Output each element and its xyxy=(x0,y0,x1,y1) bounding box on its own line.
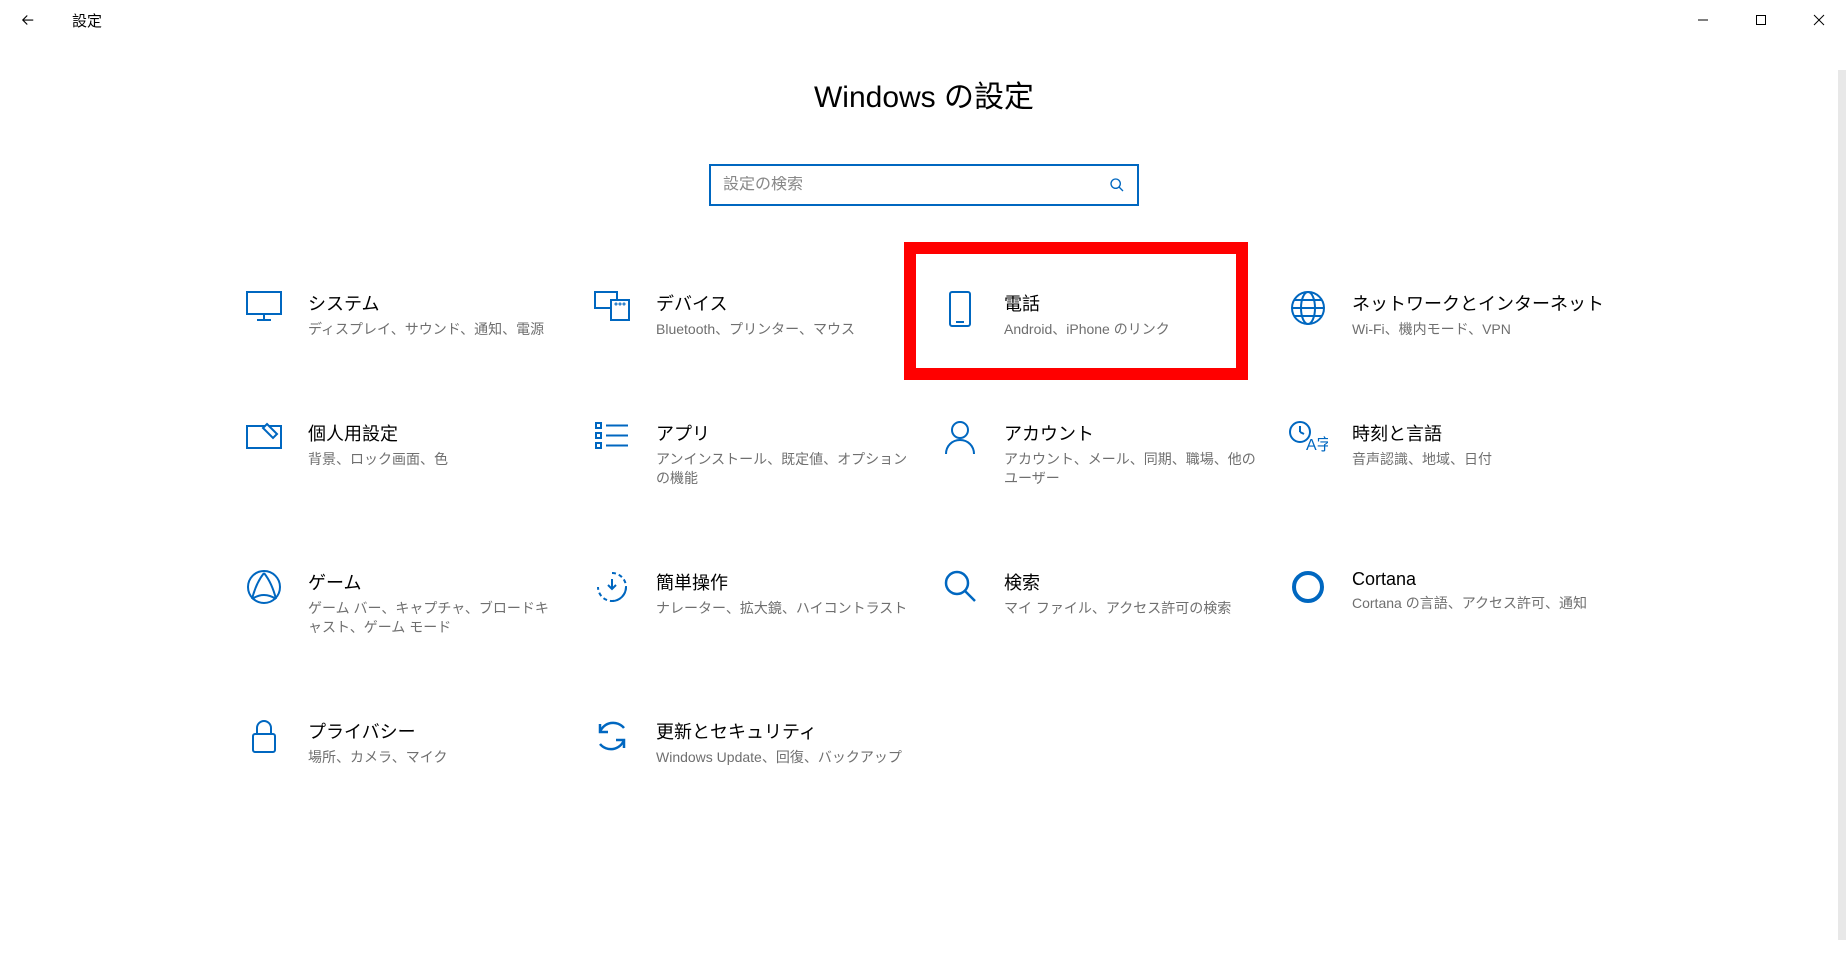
tile-accounts[interactable]: アカウント アカウント、メール、同期、職場、他のユーザー xyxy=(928,406,1268,503)
tile-sub: ディスプレイ、サウンド、通知、電源 xyxy=(308,320,562,340)
maximize-button[interactable] xyxy=(1732,0,1790,40)
tile-title: アプリ xyxy=(656,420,910,446)
page-title: Windows の設定 xyxy=(0,72,1848,116)
tile-gaming[interactable]: ゲーム ゲーム バー、キャプチャ、ブロードキャスト、ゲーム モード xyxy=(232,555,572,652)
search-box[interactable] xyxy=(709,164,1139,206)
apps-icon xyxy=(590,420,634,464)
tile-sub: ゲーム バー、キャプチャ、ブロードキャスト、ゲーム モード xyxy=(308,599,562,638)
tile-title: ネットワークとインターネット xyxy=(1352,290,1606,316)
tile-sub: アカウント、メール、同期、職場、他のユーザー xyxy=(1004,450,1258,489)
update-icon xyxy=(590,718,634,762)
tile-sub: Cortana の言語、アクセス許可、通知 xyxy=(1352,594,1606,614)
tile-network[interactable]: ネットワークとインターネット Wi-Fi、機内モード、VPN xyxy=(1276,276,1616,354)
tile-phone[interactable]: 電話 Android、iPhone のリンク xyxy=(928,276,1268,354)
tile-sub: Bluetooth、プリンター、マウス xyxy=(656,320,910,340)
accounts-icon xyxy=(938,420,982,464)
privacy-icon xyxy=(242,718,286,762)
svg-text:A字: A字 xyxy=(1306,436,1328,454)
tile-title: プライバシー xyxy=(308,718,562,744)
tile-system[interactable]: システム ディスプレイ、サウンド、通知、電源 xyxy=(232,276,572,354)
tile-sub: アンインストール、既定値、オプションの機能 xyxy=(656,450,910,489)
devices-icon xyxy=(590,290,634,334)
gaming-icon xyxy=(242,569,286,613)
scrollbar[interactable] xyxy=(1838,70,1846,940)
tile-title: システム xyxy=(308,290,562,316)
search-input[interactable] xyxy=(723,176,1109,194)
tile-sub: 場所、カメラ、マイク xyxy=(308,748,562,768)
window-controls xyxy=(1674,0,1848,40)
personalization-icon xyxy=(242,420,286,464)
search-tile-icon xyxy=(938,569,982,613)
close-button[interactable] xyxy=(1790,0,1848,40)
tile-personalization[interactable]: 個人用設定 背景、ロック画面、色 xyxy=(232,406,572,503)
tile-title: 検索 xyxy=(1004,569,1258,595)
tile-title: アカウント xyxy=(1004,420,1258,446)
search-icon xyxy=(1109,177,1125,193)
cortana-icon xyxy=(1286,569,1330,613)
minimize-button[interactable] xyxy=(1674,0,1732,40)
tile-sub: マイ ファイル、アクセス許可の検索 xyxy=(1004,599,1258,619)
tile-search[interactable]: 検索 マイ ファイル、アクセス許可の検索 xyxy=(928,555,1268,652)
tile-sub: 音声認識、地域、日付 xyxy=(1352,450,1606,470)
maximize-icon xyxy=(1755,14,1767,26)
tile-update-security[interactable]: 更新とセキュリティ Windows Update、回復、バックアップ xyxy=(580,704,920,782)
tile-apps[interactable]: アプリ アンインストール、既定値、オプションの機能 xyxy=(580,406,920,503)
tile-devices[interactable]: デバイス Bluetooth、プリンター、マウス xyxy=(580,276,920,354)
titlebar: 設定 xyxy=(0,0,1848,40)
tile-sub: Windows Update、回復、バックアップ xyxy=(656,748,910,768)
tile-title: Cortana xyxy=(1352,569,1606,590)
tile-title: 電話 xyxy=(1004,290,1258,316)
arrow-left-icon xyxy=(19,11,37,29)
tile-title: 時刻と言語 xyxy=(1352,420,1606,446)
ease-of-access-icon xyxy=(590,569,634,613)
tile-sub: ナレーター、拡大鏡、ハイコントラスト xyxy=(656,599,910,619)
back-button[interactable] xyxy=(12,4,44,36)
tile-title: ゲーム xyxy=(308,569,562,595)
settings-grid: システム ディスプレイ、サウンド、通知、電源 デバイス Bluetooth、プリ… xyxy=(0,276,1848,782)
tile-sub: 背景、ロック画面、色 xyxy=(308,450,562,470)
app-title: 設定 xyxy=(72,10,102,31)
tile-title: デバイス xyxy=(656,290,910,316)
time-language-icon: A字 xyxy=(1286,420,1330,464)
tile-sub: Android、iPhone のリンク xyxy=(1004,320,1258,340)
tile-cortana[interactable]: Cortana Cortana の言語、アクセス許可、通知 xyxy=(1276,555,1616,652)
tile-privacy[interactable]: プライバシー 場所、カメラ、マイク xyxy=(232,704,572,782)
tile-time-language[interactable]: A字 時刻と言語 音声認識、地域、日付 xyxy=(1276,406,1616,503)
tile-ease-of-access[interactable]: 簡単操作 ナレーター、拡大鏡、ハイコントラスト xyxy=(580,555,920,652)
tile-sub: Wi-Fi、機内モード、VPN xyxy=(1352,320,1606,340)
minimize-icon xyxy=(1697,14,1709,26)
system-icon xyxy=(242,290,286,334)
network-icon xyxy=(1286,290,1330,334)
close-icon xyxy=(1813,14,1825,26)
tile-title: 更新とセキュリティ xyxy=(656,718,910,744)
tile-title: 簡単操作 xyxy=(656,569,910,595)
phone-icon xyxy=(938,290,982,334)
tile-title: 個人用設定 xyxy=(308,420,562,446)
